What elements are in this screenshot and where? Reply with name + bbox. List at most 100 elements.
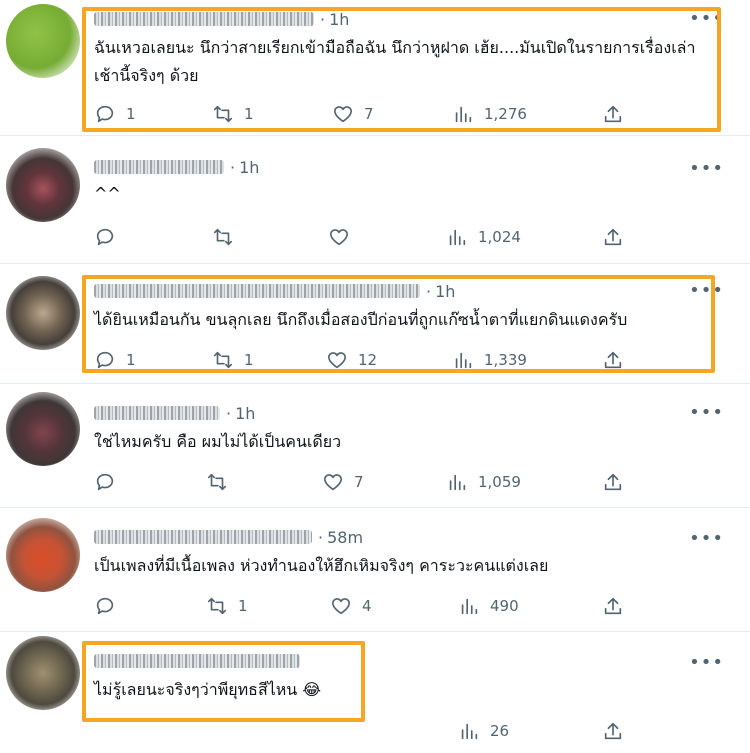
tweet-card[interactable]: · 1h ••• ใช่ไหมครับ คือ ผมไม่ได้เป็นคนเด…	[0, 384, 750, 508]
avatar[interactable]	[6, 148, 80, 222]
retweet-icon	[213, 228, 233, 246]
share-icon	[604, 722, 622, 740]
views-icon	[449, 474, 466, 491]
tweet-actions: 1 1 7 1,276	[94, 102, 634, 126]
more-options-icon[interactable]: •••	[689, 10, 724, 28]
heart-icon	[333, 106, 353, 123]
tweet-header: · 1h	[94, 156, 259, 178]
retweet-button[interactable]	[212, 225, 244, 249]
blurred-username[interactable]	[94, 406, 220, 420]
views-icon	[455, 352, 472, 369]
retweet-button[interactable]: 1	[212, 348, 254, 372]
dot-separator: ·	[226, 403, 232, 423]
tweet-card[interactable]: · 1h ••• ได้ยินเหมือนกัน ขนลุกเลย นึกถึง…	[0, 264, 750, 384]
avatar[interactable]	[6, 392, 80, 466]
views-icon	[455, 106, 472, 123]
blurred-username[interactable]	[94, 160, 224, 174]
reply-icon	[96, 473, 114, 491]
tweet-actions: 26	[94, 719, 634, 743]
avatar[interactable]	[6, 636, 80, 710]
reply-button[interactable]: 1	[94, 348, 136, 372]
avatar[interactable]	[6, 276, 80, 350]
retweet-icon	[213, 351, 233, 369]
share-button[interactable]	[602, 719, 624, 743]
tweet-card[interactable]: · 1h ••• ^^ 1,024	[0, 136, 750, 264]
reply-icon	[96, 597, 114, 615]
like-button[interactable]: 7	[332, 102, 374, 126]
retweet-button[interactable]: 1	[206, 594, 248, 618]
retweet-button[interactable]: 1	[212, 102, 254, 126]
more-options-icon[interactable]: •••	[689, 282, 724, 300]
reply-icon	[96, 351, 114, 369]
share-button[interactable]	[602, 102, 624, 126]
reply-button[interactable]	[94, 225, 126, 249]
tweet-actions: 1 1 12 1,339	[94, 348, 634, 372]
tweet-actions: 1 4 490	[94, 594, 634, 618]
avatar[interactable]	[6, 4, 80, 78]
tweet-card[interactable]: · 1h ••• ฉันเหวอเลยนะ นึกว่าสายเรียกเข้า…	[0, 0, 750, 136]
heart-icon	[323, 474, 343, 491]
views-count: 1,339	[484, 351, 527, 369]
views-button[interactable]: 26	[458, 719, 509, 743]
timestamp[interactable]: 58m	[327, 528, 363, 547]
reply-button[interactable]	[94, 594, 126, 618]
retweet-button[interactable]	[206, 470, 238, 494]
retweet-icon	[213, 105, 233, 123]
tweet-actions: 7 1,059	[94, 470, 634, 494]
share-button[interactable]	[602, 594, 624, 618]
tweet-text: ได้ยินเหมือนกัน ขนลุกเลย นึกถึงเมื่อสองป…	[94, 310, 628, 329]
blurred-username[interactable]	[94, 12, 314, 26]
more-options-icon[interactable]: •••	[689, 530, 724, 548]
blurred-username[interactable]	[94, 654, 300, 668]
tweet-text: ไม่รู้เลยนะจริงๆว่าพียุทธสีไหน 😂	[94, 680, 322, 699]
retweet-icon	[207, 597, 227, 615]
views-button[interactable]: 1,339	[452, 348, 527, 372]
more-options-icon[interactable]: •••	[689, 404, 724, 422]
like-button[interactable]: 4	[330, 594, 372, 618]
like-button[interactable]: 12	[326, 348, 377, 372]
retweet-icon	[207, 473, 227, 491]
tweet-card[interactable]: · 58m ••• เป็นเพลงที่มีเนื้อเพลง ห่วงทำน…	[0, 508, 750, 632]
views-button[interactable]: 1,059	[446, 470, 521, 494]
share-button[interactable]	[602, 470, 624, 494]
timestamp[interactable]: 1h	[435, 282, 455, 301]
share-button[interactable]	[602, 225, 624, 249]
share-button[interactable]	[602, 348, 624, 372]
reply-button[interactable]	[94, 470, 126, 494]
like-count: 4	[362, 597, 372, 615]
dot-separator: ·	[426, 281, 432, 301]
reply-button[interactable]: 1	[94, 102, 136, 126]
tweet-text: ฉันเหวอเลยนะ นึกว่าสายเรียกเข้ามือถือฉัน…	[94, 38, 696, 85]
reply-icon	[96, 228, 114, 246]
views-icon	[449, 229, 466, 246]
like-button[interactable]	[328, 225, 360, 249]
views-button[interactable]: 490	[458, 594, 519, 618]
reply-icon	[96, 105, 114, 123]
views-button[interactable]: 1,024	[446, 225, 521, 249]
views-icon	[461, 598, 478, 615]
views-button[interactable]: 1,276	[452, 102, 527, 126]
retweet-count: 1	[244, 105, 254, 123]
more-options-icon[interactable]: •••	[689, 160, 724, 178]
tweet-header	[94, 650, 300, 672]
tweet-card[interactable]: ••• ไม่รู้เลยนะจริงๆว่าพียุทธสีไหน 😂 26	[0, 632, 750, 753]
timestamp[interactable]: 1h	[239, 158, 259, 177]
reply-count: 1	[126, 105, 136, 123]
heart-icon	[331, 598, 351, 615]
like-button[interactable]: 7	[322, 470, 364, 494]
timestamp[interactable]: 1h	[235, 404, 255, 423]
share-icon	[604, 228, 622, 246]
views-count: 1,059	[478, 473, 521, 491]
more-options-icon[interactable]: •••	[689, 654, 724, 672]
tweet-header: · 1h	[94, 8, 349, 30]
dot-separator: ·	[318, 527, 324, 547]
tweet-text: ^^	[94, 184, 121, 203]
heart-icon	[329, 229, 349, 246]
avatar[interactable]	[6, 518, 80, 592]
views-count: 1,024	[478, 228, 521, 246]
retweet-count: 1	[238, 597, 248, 615]
blurred-username[interactable]	[94, 284, 420, 298]
like-count: 7	[364, 105, 374, 123]
blurred-username[interactable]	[94, 530, 312, 544]
timestamp[interactable]: 1h	[329, 10, 349, 29]
